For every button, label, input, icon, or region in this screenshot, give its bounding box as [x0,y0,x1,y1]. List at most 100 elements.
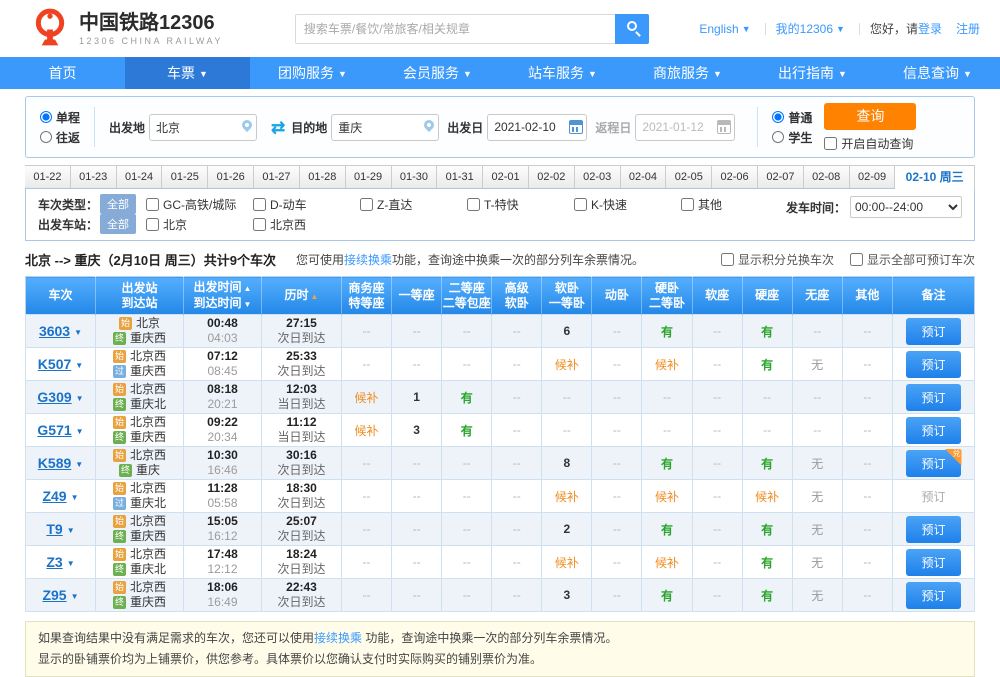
train-number-link[interactable]: Z3 [46,554,62,570]
show-points-trains-option[interactable]: 显示积分兑换车次 [721,251,834,268]
train-number-link[interactable]: Z95 [42,587,66,603]
passenger-type-radio[interactable] [772,111,784,123]
train-type-option[interactable]: Z-直达 [360,196,467,213]
expand-caret-icon[interactable]: ▼ [67,559,75,568]
nav-item[interactable]: 站车服务 ▼ [500,57,625,89]
trip-type-option[interactable]: 往返 [40,129,80,146]
book-button[interactable]: 预订 [906,417,960,444]
date-tab[interactable]: 01-24 [117,165,163,188]
login-link[interactable]: 登录 [918,20,942,37]
nav-item[interactable]: 车票 ▼ [125,57,250,89]
train-number-link[interactable]: G309 [37,389,71,405]
book-button[interactable]: 预订 [906,549,960,576]
expand-caret-icon[interactable]: ▼ [75,361,83,370]
train-type-option[interactable]: GC-高铁/城际 [146,196,253,213]
date-tab[interactable]: 02-02 [529,165,575,188]
sort-arrow-icon[interactable]: ▼ [244,300,252,309]
depart-station-checkbox[interactable] [253,218,266,231]
train-number-link[interactable]: Z49 [42,488,66,504]
date-tab[interactable]: 01-25 [162,165,208,188]
train-type-checkbox[interactable] [360,198,373,211]
date-tab[interactable]: 01-31 [437,165,483,188]
train-number-link[interactable]: K589 [38,455,71,471]
date-tab[interactable]: 02-01 [483,165,529,188]
date-tab[interactable]: 02-08 [804,165,850,188]
date-tab[interactable]: 02-07 [758,165,804,188]
passenger-type-option[interactable]: 普通 [772,109,812,126]
book-button[interactable]: 预订兑 [906,450,960,477]
passenger-type-option[interactable]: 学生 [772,129,812,146]
date-tab[interactable]: 01-22 [25,165,71,188]
depart-station-option[interactable]: 北京西 [253,216,360,233]
expand-caret-icon[interactable]: ▼ [71,592,79,601]
nav-item[interactable]: 会员服务 ▼ [375,57,500,89]
column-header[interactable]: 出发时间▲到达时间▼ [184,277,262,315]
site-search-button[interactable] [615,14,649,44]
date-tab[interactable]: 01-23 [71,165,117,188]
book-button[interactable]: 预订 [906,384,960,411]
my12306-link[interactable]: 我的12306 [776,20,833,37]
register-link[interactable]: 注册 [956,20,980,37]
trip-type-option[interactable]: 单程 [40,109,80,126]
date-tab[interactable]: 02-06 [712,165,758,188]
nav-item[interactable]: 信息查询 ▼ [875,57,1000,89]
swap-stations-button[interactable]: ⇄ [271,119,285,136]
train-type-option[interactable]: T-特快 [467,196,574,213]
book-button[interactable]: 预订 [906,318,960,345]
date-tab[interactable]: 02-03 [575,165,621,188]
trip-type-radio[interactable] [40,131,52,143]
depart-station-all-badge[interactable]: 全部 [100,214,136,234]
nav-item[interactable]: 商旅服务 ▼ [625,57,750,89]
date-tab[interactable]: 02-10 周三 [895,165,974,189]
to-city-input[interactable] [331,114,439,141]
train-number-link[interactable]: 3603 [39,323,70,339]
book-button[interactable]: 预订 [906,516,960,543]
transfer-link[interactable]: 接续换乘 [344,253,392,267]
nav-item[interactable]: 出行指南 ▼ [750,57,875,89]
date-tab[interactable]: 01-28 [300,165,346,188]
date-tab[interactable]: 02-05 [666,165,712,188]
trip-type-radio[interactable] [40,111,52,123]
expand-caret-icon[interactable]: ▼ [71,493,79,502]
train-number-link[interactable]: K507 [38,356,71,372]
passenger-type-radio[interactable] [772,131,784,143]
book-button[interactable]: 预订 [906,582,960,609]
sort-arrow-icon[interactable]: ▲ [311,292,319,301]
column-header[interactable]: 历时▲ [262,277,342,315]
train-type-option[interactable]: 其他 [681,196,788,213]
date-tab[interactable]: 02-04 [621,165,667,188]
expand-caret-icon[interactable]: ▼ [67,526,75,535]
expand-caret-icon[interactable]: ▼ [75,460,83,469]
calendar-icon[interactable] [569,120,583,134]
depart-time-select[interactable]: 00:00--24:00 [850,196,962,218]
date-tab[interactable]: 01-26 [208,165,254,188]
train-type-checkbox[interactable] [253,198,266,211]
auto-query-checkbox[interactable] [824,137,837,150]
book-button[interactable]: 预订 [906,351,960,378]
expand-caret-icon[interactable]: ▼ [74,328,82,337]
date-tab[interactable]: 02-09 [850,165,896,188]
train-number-link[interactable]: T9 [46,521,62,537]
show-points-trains-checkbox[interactable] [721,253,734,266]
language-link[interactable]: English [699,22,738,36]
sort-arrow-icon[interactable]: ▲ [244,284,252,293]
show-bookable-trains-option[interactable]: 显示全部可预订车次 [850,251,975,268]
train-type-checkbox[interactable] [146,198,159,211]
train-type-option[interactable]: K-快速 [574,196,681,213]
train-type-checkbox[interactable] [574,198,587,211]
train-type-checkbox[interactable] [681,198,694,211]
nav-item[interactable]: 团购服务 ▼ [250,57,375,89]
expand-caret-icon[interactable]: ▼ [76,394,84,403]
expand-caret-icon[interactable]: ▼ [76,427,84,436]
date-tab[interactable]: 01-27 [254,165,300,188]
query-button[interactable]: 查询 [824,103,916,130]
depart-station-option[interactable]: 北京 [146,216,253,233]
date-tab[interactable]: 01-29 [346,165,392,188]
show-bookable-trains-checkbox[interactable] [850,253,863,266]
nav-item[interactable]: 首页 ▼ [0,57,125,89]
train-type-all-badge[interactable]: 全部 [100,194,136,214]
date-tab[interactable]: 01-30 [392,165,438,188]
transfer-link[interactable]: 接续换乘 [314,631,362,645]
from-city-input[interactable] [149,114,257,141]
site-search-input[interactable] [295,14,615,44]
